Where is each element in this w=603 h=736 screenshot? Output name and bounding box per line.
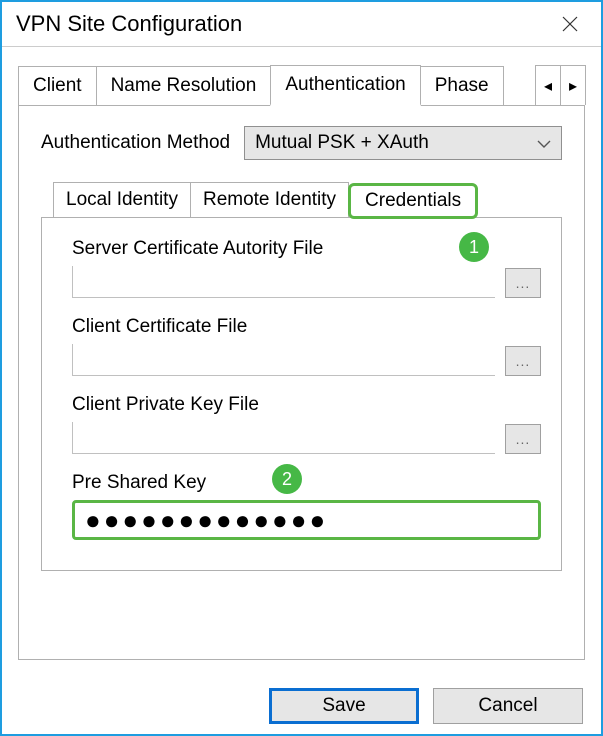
annotation-badge-2: 2 [272, 464, 302, 494]
client-cert-label: Client Certificate File [72, 316, 541, 338]
tab-nav: ◂ ▸ [535, 65, 585, 105]
client-key-input [72, 422, 495, 454]
subtab-credentials[interactable]: Credentials [348, 183, 478, 219]
auth-method-label: Authentication Method [41, 132, 230, 154]
window-title: VPN Site Configuration [16, 11, 242, 37]
tab-phase[interactable]: Phase [420, 66, 504, 105]
client-cert-group: Client Certificate File ... [72, 316, 541, 376]
triangle-right-icon: ▸ [569, 76, 577, 96]
close-icon [562, 16, 578, 32]
auth-method-select[interactable]: Mutual PSK + XAuth [244, 126, 562, 160]
content-area: Client Name Resolution Authentication Ph… [2, 47, 601, 672]
tab-scroll-right[interactable]: ▸ [560, 65, 586, 105]
tab-name-resolution[interactable]: Name Resolution [96, 66, 272, 105]
psk-group: 2 Pre Shared Key ●●●●●●●●●●●●● [72, 472, 541, 540]
server-ca-input [72, 266, 495, 298]
chevron-down-icon [537, 132, 551, 154]
server-ca-browse-button[interactable]: ... [505, 268, 541, 298]
psk-label: Pre Shared Key [72, 472, 541, 494]
main-tabs: Client Name Resolution Authentication Ph… [18, 65, 585, 105]
credentials-sub-tabs: Local Identity Remote Identity Credentia… [53, 182, 562, 217]
auth-panel: Authentication Method Mutual PSK + XAuth… [18, 105, 585, 660]
tab-authentication[interactable]: Authentication [270, 65, 420, 106]
client-cert-input [72, 344, 495, 376]
subtab-local-identity[interactable]: Local Identity [53, 182, 191, 217]
tab-scroll-left[interactable]: ◂ [535, 65, 561, 105]
credentials-panel: 1 Server Certificate Autority File ... C… [41, 217, 562, 571]
client-key-label: Client Private Key File [72, 394, 541, 416]
vpn-config-window: VPN Site Configuration Client Name Resol… [0, 0, 603, 736]
cancel-button[interactable]: Cancel [433, 688, 583, 724]
save-button[interactable]: Save [269, 688, 419, 724]
client-key-group: Client Private Key File ... [72, 394, 541, 454]
triangle-left-icon: ◂ [544, 76, 552, 96]
subtab-remote-identity[interactable]: Remote Identity [190, 182, 349, 217]
client-cert-browse-button[interactable]: ... [505, 346, 541, 376]
tab-client[interactable]: Client [18, 66, 97, 105]
titlebar: VPN Site Configuration [2, 2, 601, 47]
annotation-badge-1: 1 [459, 232, 489, 262]
psk-value: ●●●●●●●●●●●●● [85, 505, 328, 536]
psk-input[interactable]: ●●●●●●●●●●●●● [72, 500, 541, 540]
auth-method-value: Mutual PSK + XAuth [255, 132, 429, 154]
close-button[interactable] [547, 8, 593, 40]
auth-method-row: Authentication Method Mutual PSK + XAuth [41, 126, 562, 160]
dialog-buttons: Save Cancel [2, 672, 601, 734]
client-key-browse-button[interactable]: ... [505, 424, 541, 454]
